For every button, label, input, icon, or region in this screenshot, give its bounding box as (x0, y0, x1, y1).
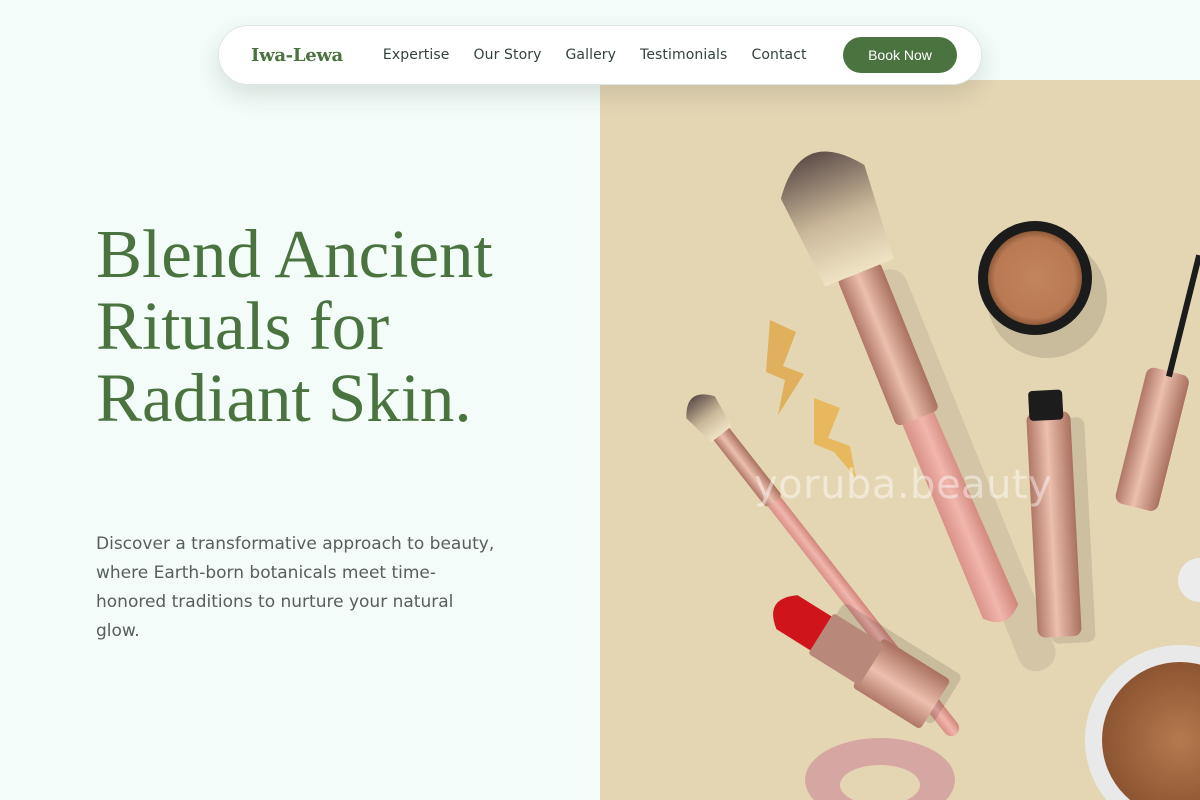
brand-logo[interactable]: Iwa-Lewa (251, 45, 343, 66)
hero-description: Discover a transformative approach to be… (96, 534, 495, 641)
nav-link-our-story[interactable]: Our Story (474, 47, 542, 63)
image-watermark: yoruba.beauty (754, 462, 1053, 508)
makeup-flatlay-icon (686, 151, 1200, 800)
main-nav: Iwa-Lewa Expertise Our Story Gallery Tes… (218, 25, 982, 85)
book-now-button[interactable]: Book Now (843, 37, 957, 73)
nav-link-contact[interactable]: Contact (751, 47, 806, 63)
nav-link-expertise[interactable]: Expertise (383, 47, 450, 63)
nav-link-testimonials[interactable]: Testimonials (640, 47, 727, 63)
nav-link-gallery[interactable]: Gallery (565, 47, 616, 63)
hero-image: yoruba.beauty (600, 80, 1200, 800)
nav-links: Expertise Our Story Gallery Testimonials… (383, 47, 831, 63)
hero-title: Blend Ancient Rituals for Radiant Skin. (96, 216, 493, 436)
